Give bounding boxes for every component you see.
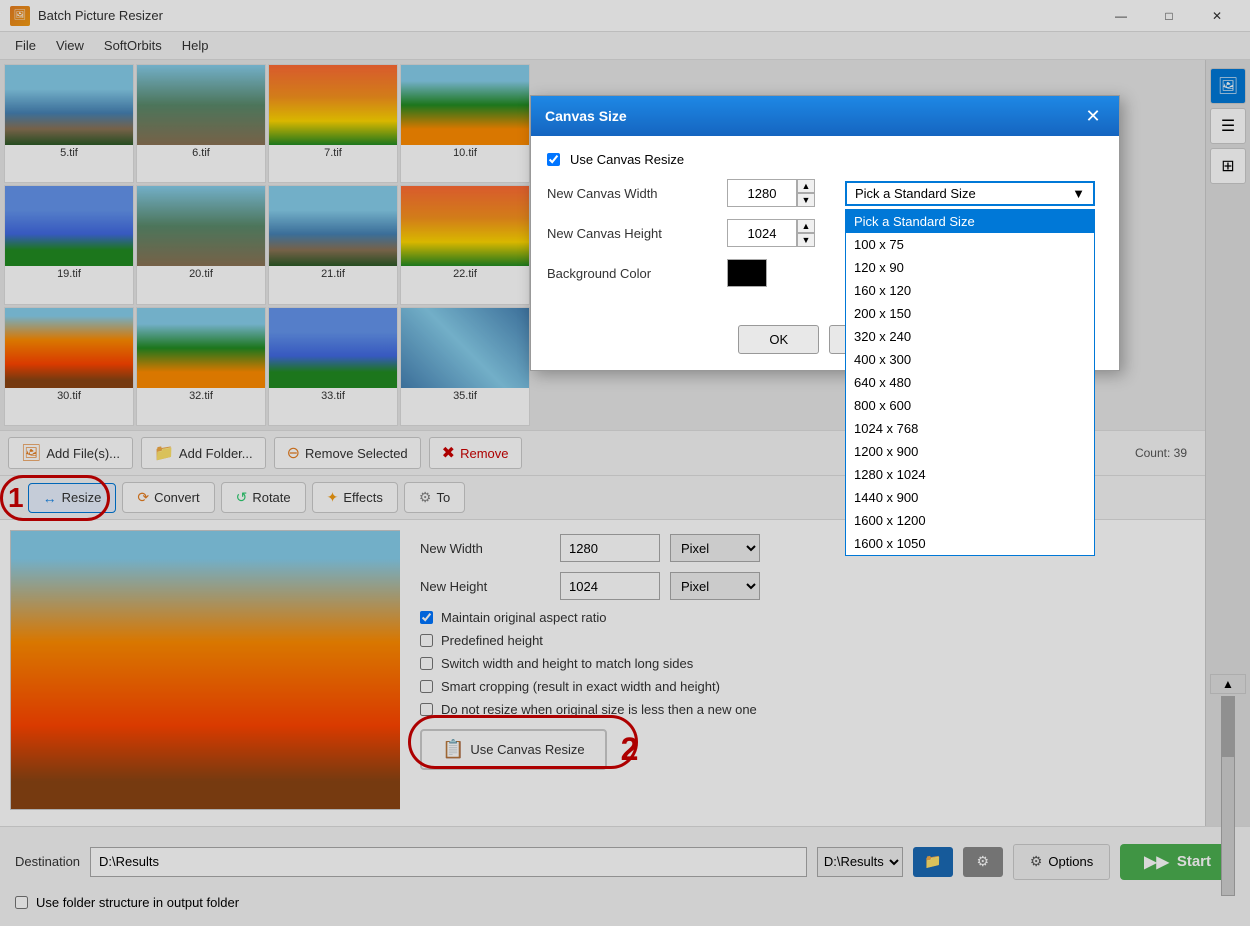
canvas-height-down[interactable]: ▼ bbox=[797, 233, 815, 247]
canvas-width-input-group: ▲ ▼ bbox=[727, 179, 815, 207]
size-option-10[interactable]: 1200 x 900 bbox=[846, 440, 1094, 463]
size-option-12[interactable]: 1440 x 900 bbox=[846, 486, 1094, 509]
standard-size-dropdown[interactable]: Pick a Standard Size ▼ bbox=[845, 181, 1095, 206]
size-option-14[interactable]: 1600 x 1050 bbox=[846, 532, 1094, 555]
size-option-4[interactable]: 200 x 150 bbox=[846, 302, 1094, 325]
standard-size-list: Pick a Standard Size 100 x 75 120 x 90 1… bbox=[845, 209, 1095, 556]
size-option-13[interactable]: 1600 x 1200 bbox=[846, 509, 1094, 532]
standard-size-dropdown-container: Pick a Standard Size ▼ Pick a Standard S… bbox=[845, 181, 1095, 206]
size-option-3[interactable]: 160 x 120 bbox=[846, 279, 1094, 302]
modal-overlay: Canvas Size ✕ Use Canvas Resize New Canv… bbox=[0, 0, 1250, 926]
canvas-width-up[interactable]: ▲ bbox=[797, 179, 815, 193]
canvas-height-label: New Canvas Height bbox=[547, 226, 717, 241]
dialog-close-button[interactable]: ✕ bbox=[1081, 104, 1105, 128]
canvas-height-input-group: ▲ ▼ bbox=[727, 219, 815, 247]
size-option-6[interactable]: 400 x 300 bbox=[846, 348, 1094, 371]
dialog-body: Use Canvas Resize New Canvas Width ▲ ▼ P bbox=[531, 136, 1119, 315]
canvas-width-input[interactable] bbox=[727, 179, 797, 207]
background-color-swatch[interactable] bbox=[727, 259, 767, 287]
dialog-title: Canvas Size bbox=[545, 108, 627, 124]
canvas-size-dialog: Canvas Size ✕ Use Canvas Resize New Canv… bbox=[530, 95, 1120, 371]
standard-size-value: Pick a Standard Size bbox=[855, 186, 976, 201]
size-option-8[interactable]: 800 x 600 bbox=[846, 394, 1094, 417]
canvas-width-label: New Canvas Width bbox=[547, 186, 717, 201]
canvas-height-up[interactable]: ▲ bbox=[797, 219, 815, 233]
size-option-9[interactable]: 1024 x 768 bbox=[846, 417, 1094, 440]
canvas-width-spinner: ▲ ▼ bbox=[797, 179, 815, 207]
use-canvas-resize-dialog-checkbox[interactable] bbox=[547, 153, 560, 166]
size-option-2[interactable]: 120 x 90 bbox=[846, 256, 1094, 279]
background-color-label: Background Color bbox=[547, 266, 717, 281]
canvas-width-down[interactable]: ▼ bbox=[797, 193, 815, 207]
canvas-width-row: New Canvas Width ▲ ▼ Pick a Standard Siz… bbox=[547, 179, 1103, 207]
size-option-11[interactable]: 1280 x 1024 bbox=[846, 463, 1094, 486]
dialog-header: Canvas Size ✕ bbox=[531, 96, 1119, 136]
size-option-1[interactable]: 100 x 75 bbox=[846, 233, 1094, 256]
use-canvas-resize-dialog-label: Use Canvas Resize bbox=[570, 152, 684, 167]
dialog-ok-button[interactable]: OK bbox=[738, 325, 819, 354]
size-option-5[interactable]: 320 x 240 bbox=[846, 325, 1094, 348]
dropdown-chevron-icon: ▼ bbox=[1072, 186, 1085, 201]
canvas-height-input[interactable] bbox=[727, 219, 797, 247]
size-option-0[interactable]: Pick a Standard Size bbox=[846, 210, 1094, 233]
use-canvas-resize-row: Use Canvas Resize bbox=[547, 152, 1103, 167]
size-option-7[interactable]: 640 x 480 bbox=[846, 371, 1094, 394]
canvas-height-spinner: ▲ ▼ bbox=[797, 219, 815, 247]
